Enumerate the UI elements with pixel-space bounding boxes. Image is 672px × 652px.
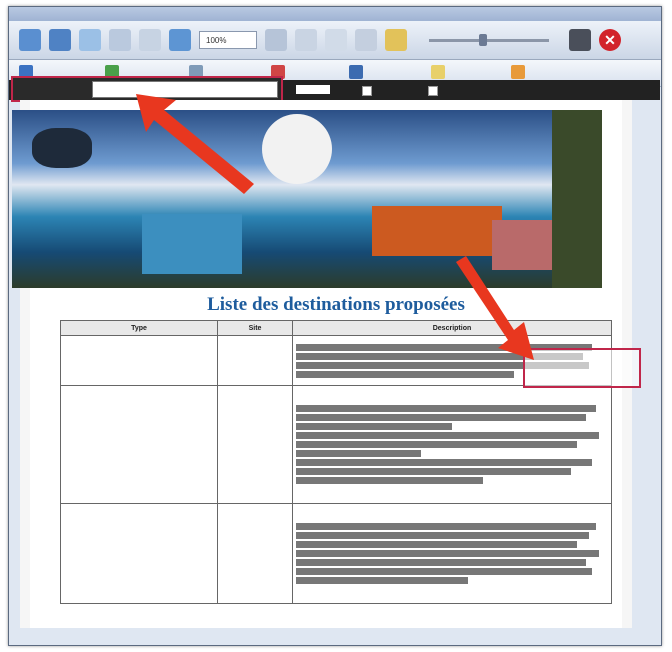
banner-photo: [552, 110, 602, 288]
forward-icon[interactable]: [49, 29, 71, 51]
page-title: Liste des destinations proposées: [207, 294, 465, 315]
text-line: [296, 523, 596, 530]
type-cell: [60, 335, 218, 386]
zoom-icon[interactable]: [169, 29, 191, 51]
form-checkbox[interactable]: [362, 86, 372, 96]
text-line: [296, 459, 593, 466]
column-header: Type: [60, 320, 218, 336]
type-cell: [60, 385, 218, 504]
text-line: [296, 432, 599, 439]
zoom-slider-track[interactable]: [429, 39, 549, 42]
document-icon[interactable]: [569, 29, 591, 51]
gear-icon[interactable]: [385, 29, 407, 51]
text-line: [296, 541, 577, 548]
refresh-icon[interactable]: [325, 29, 347, 51]
bookmark-icon: [349, 65, 363, 80]
banner-photo: [142, 214, 242, 274]
form-select[interactable]: [296, 85, 330, 94]
bookmark-item[interactable]: [511, 65, 529, 81]
text-line: [296, 414, 587, 421]
bookmark-item[interactable]: [431, 65, 449, 81]
text-line: [296, 468, 571, 475]
banner-photo: [32, 128, 92, 168]
text-line: [296, 423, 452, 430]
bookmark-icon: [431, 65, 445, 80]
red-arrow-icon: [456, 256, 534, 360]
text-line: [296, 450, 421, 457]
cut-icon[interactable]: [295, 29, 317, 51]
text-line: [296, 477, 484, 484]
banner-photo: [262, 114, 332, 184]
status-bar: [20, 628, 632, 638]
save-icon[interactable]: [139, 29, 161, 51]
site-link[interactable]: [217, 503, 293, 604]
text-line: [296, 550, 599, 557]
zoom-slider-thumb[interactable]: [479, 34, 487, 46]
text-line: [296, 405, 596, 412]
close-icon[interactable]: ✕: [599, 29, 621, 51]
table-row: [60, 503, 612, 604]
back-icon[interactable]: [19, 29, 41, 51]
bookmark-item[interactable]: [349, 65, 367, 81]
text-line: [296, 559, 587, 566]
print-icon[interactable]: [109, 29, 131, 51]
description-cell: [292, 385, 612, 504]
site-link[interactable]: [217, 385, 293, 504]
site-link[interactable]: [217, 335, 293, 386]
table-row: [60, 385, 612, 504]
folder-icon[interactable]: [355, 29, 377, 51]
description-cell: [292, 503, 612, 604]
text-line: [296, 370, 515, 378]
zoom-field[interactable]: 100%: [199, 31, 257, 49]
bookmark-icon: [511, 65, 525, 80]
text-line: [296, 577, 468, 584]
column-header: Site: [217, 320, 293, 336]
title-bar: [9, 7, 661, 21]
home-icon[interactable]: [79, 29, 101, 51]
red-arrow-icon: [136, 94, 254, 194]
text-line: [296, 441, 577, 448]
text-line: [296, 532, 590, 539]
main-toolbar: 100% ✕: [9, 21, 661, 60]
form-checkbox[interactable]: [428, 86, 438, 96]
text-line: [296, 568, 593, 575]
type-cell: [60, 503, 218, 604]
banner-photo: [372, 206, 502, 256]
search-icon[interactable]: [265, 29, 287, 51]
